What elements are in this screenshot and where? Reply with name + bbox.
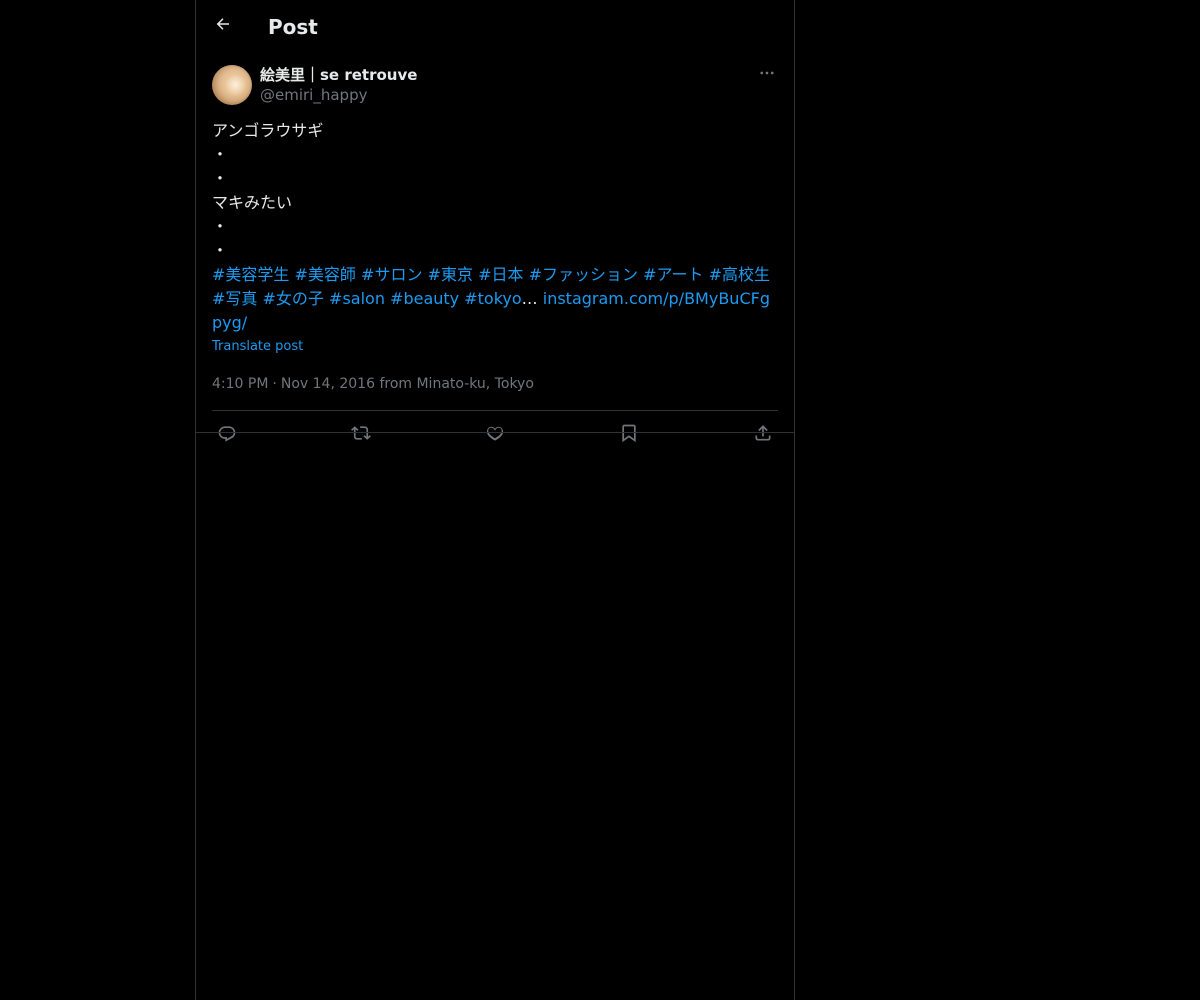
post-text-line: ・ [212,145,229,164]
author-row: 絵美里｜se retrouve @emiri_happy [212,65,778,105]
post-divider [196,432,794,433]
like-button[interactable] [484,424,506,446]
post-text-line: ・ [212,217,229,236]
post-metadata: 4:10 PM · Nov 14, 2016 from Minato-ku, Tok… [212,374,778,411]
hashtag-link[interactable]: #salon [329,289,385,308]
main-column: Post 絵美里｜se retrouve @emiri_happy アンゴラウサ… [195,0,795,1000]
action-bar [212,411,778,458]
hashtag-link[interactable]: #tokyo [464,289,521,308]
post-text-line: ・ [212,241,229,260]
page-title: Post [268,15,318,39]
heart-icon [485,423,505,447]
hashtag-link[interactable]: #アート [643,265,703,284]
arrow-left-icon [214,15,232,37]
post-time[interactable]: 4:10 PM [212,376,268,392]
share-button[interactable] [752,424,774,446]
hashtag-link[interactable]: #東京 [428,265,473,284]
page-header: Post [196,0,794,53]
hashtag-link[interactable]: #美容学生 [212,265,289,284]
author-display-name[interactable]: 絵美里｜se retrouve [260,65,417,85]
hashtag-link[interactable]: #美容師 [295,265,356,284]
post-text-line: アンゴラウサギ [212,121,324,140]
back-button[interactable] [208,11,238,41]
reply-button[interactable] [216,424,238,446]
post-date-location: Nov 14, 2016 from Minato-ku, Tokyo [280,376,534,392]
post-text-line: マキみたい [212,193,293,212]
author-name-block: 絵美里｜se retrouve @emiri_happy [260,65,417,105]
hashtag-link[interactable]: #写真 [212,289,257,308]
share-icon [753,423,773,447]
hashtag-link[interactable]: #サロン [361,265,422,284]
more-options-button[interactable] [756,65,778,85]
hashtag-link[interactable]: #女の子 [263,289,324,308]
repost-button[interactable] [350,424,372,446]
hashtag-link[interactable]: #ファッション [529,265,638,284]
hashtag-block: #美容学生 #美容師 #サロン #東京 #日本 #ファッション #アート #高校… [212,263,780,335]
post: 絵美里｜se retrouve @emiri_happy アンゴラウサギ ・ ・… [196,53,794,458]
bookmark-button[interactable] [618,424,640,446]
post-text-line: ・ [212,169,229,188]
reply-icon [217,423,237,447]
author-handle[interactable]: @emiri_happy [260,85,417,105]
hashtag-link[interactable]: #高校生 [709,265,770,284]
avatar[interactable] [212,65,252,105]
meta-separator: · [272,376,277,392]
truncation-ellipsis: … [521,289,538,308]
more-horizontal-icon [758,64,776,86]
repost-icon [351,423,371,447]
hashtag-link[interactable]: #日本 [478,265,523,284]
hashtag-link[interactable]: #beauty [390,289,459,308]
bookmark-icon [619,423,639,447]
post-text: アンゴラウサギ ・ ・ マキみたい ・ ・ #美容学生 #美容師 #サロン #東… [212,119,780,335]
translate-post-link[interactable]: Translate post [212,338,303,356]
